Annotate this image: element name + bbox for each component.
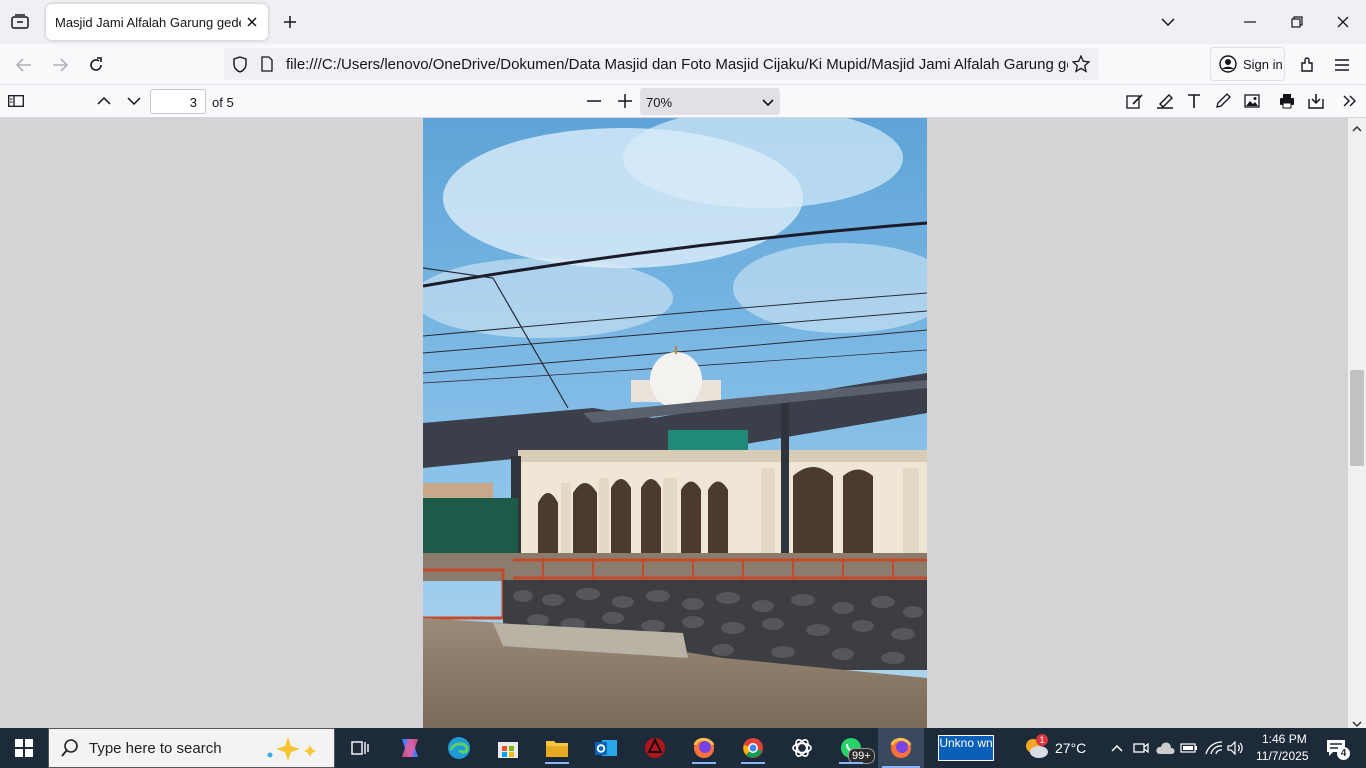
chrome-icon[interactable] [737,732,769,764]
weather-icon[interactable]: 1 [1020,732,1052,764]
temperature[interactable]: 27°C [1055,740,1086,756]
zoom-select[interactable]: 70% [640,88,780,115]
taskbar-search-box[interactable]: Type here to search [48,728,335,768]
unknown-status-badge[interactable]: Unkno wn [938,735,994,761]
shield-icon[interactable] [232,56,248,78]
pdf-viewer[interactable] [0,118,1348,728]
tab-title: Masjid Jami Alfalah Garung gede cihuni.p… [55,14,241,30]
tab-overflow-chevron-icon[interactable] [1154,8,1182,36]
highlight-icon[interactable] [1153,89,1177,113]
close-icon[interactable] [244,14,260,30]
account-icon [1219,55,1237,73]
copilot-icon[interactable] [394,732,426,764]
tools-expand-icon[interactable] [1338,89,1362,113]
task-view-icon[interactable] [344,732,376,764]
notifications-icon[interactable]: 4 [1320,732,1352,764]
tab-list-icon[interactable] [8,10,32,34]
active-indicator [545,762,569,764]
pdf-page-photo [423,118,927,728]
draw-icon[interactable] [1211,89,1235,113]
page-icon [260,56,274,77]
sign-in-button[interactable]: Sign in [1210,47,1285,81]
windows-start-icon[interactable] [0,728,48,768]
chatgpt-icon[interactable] [786,732,818,764]
edge-icon[interactable] [443,732,475,764]
extensions-icon[interactable] [1293,51,1321,79]
reload-icon[interactable] [82,51,110,79]
file-explorer-icon[interactable] [541,732,573,764]
weather-badge: 1 [1036,734,1048,746]
next-page-icon[interactable] [122,89,146,113]
whatsapp-icon[interactable]: 99+ [835,732,875,764]
close-window-icon[interactable] [1329,8,1357,36]
browser-tab[interactable]: Masjid Jami Alfalah Garung gede cihuni.p… [46,4,268,40]
outlook-icon[interactable] [590,732,622,764]
tab-bar: Masjid Jami Alfalah Garung gede cihuni.p… [0,0,1366,44]
firefox-active-icon[interactable] [878,728,924,768]
scroll-up-icon[interactable] [1352,120,1362,138]
edit-pdf-icon[interactable] [1123,89,1147,113]
restore-icon[interactable] [1283,8,1311,36]
new-tab-button[interactable] [278,10,302,34]
page-number-input[interactable]: 3 [150,89,206,114]
firefox-icon[interactable] [688,732,720,764]
previous-page-icon[interactable] [92,89,116,113]
volume-icon[interactable] [1220,732,1252,764]
zoom-in-icon[interactable] [613,89,637,113]
sidebar-toggle-icon[interactable] [4,89,28,113]
pdf-toolbar: 3 of 5 70% [0,85,1366,118]
text-tool-icon[interactable] [1182,89,1206,113]
minimize-icon[interactable] [1236,8,1264,36]
store-icon[interactable] [492,732,524,764]
search-icon [61,739,78,757]
clock-time[interactable]: 1:46 PM [1262,732,1307,746]
address-bar[interactable]: file:///C:/Users/lenovo/OneDrive/Dokumen… [224,48,1098,80]
zoom-value: 70% [646,95,673,110]
windows-taskbar: Type here to search 99+ Unkno wn 1 27°C … [0,728,1366,768]
chevron-down-icon [762,95,774,110]
bookmark-star-icon[interactable] [1071,54,1091,78]
page-count-label: of 5 [212,95,234,110]
active-indicator [692,762,716,764]
notifications-badge: 4 [1337,747,1350,760]
add-image-icon[interactable] [1240,89,1264,113]
mosque-photo [423,118,927,728]
zoom-out-icon[interactable] [582,89,606,113]
vertical-scrollbar[interactable] [1348,118,1366,728]
save-icon[interactable] [1304,89,1328,113]
active-indicator [839,762,863,764]
forward-icon[interactable] [46,51,74,79]
url-text[interactable]: file:///C:/Users/lenovo/OneDrive/Dokumen… [286,56,1068,73]
copilot-sparkle-icon[interactable] [264,737,324,766]
clock-date[interactable]: 11/7/2025 [1256,749,1309,763]
back-icon[interactable] [10,51,38,79]
scrollbar-thumb[interactable] [1350,370,1364,466]
print-icon[interactable] [1275,89,1299,113]
menu-icon[interactable] [1328,51,1356,79]
active-indicator [741,762,765,764]
search-placeholder: Type here to search [89,739,222,757]
sign-in-label: Sign in [1243,56,1283,72]
red-app-icon[interactable] [639,732,671,764]
